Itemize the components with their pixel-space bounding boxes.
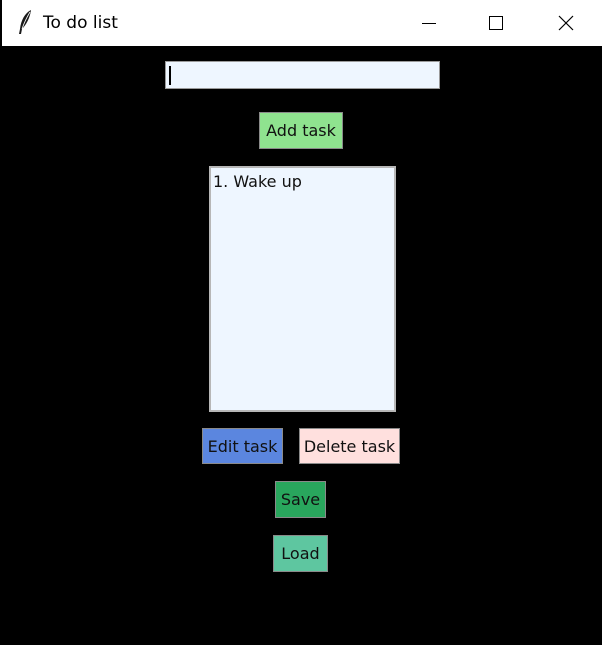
- minimize-icon: [422, 23, 436, 24]
- task-input[interactable]: [165, 61, 440, 89]
- minimize-button[interactable]: [406, 0, 452, 46]
- title-bar[interactable]: To do list: [2, 0, 602, 46]
- text-caret: [169, 66, 171, 85]
- close-button[interactable]: [543, 0, 589, 46]
- close-icon: [558, 15, 574, 31]
- task-input-field[interactable]: [166, 62, 439, 88]
- add-task-button[interactable]: Add task: [259, 112, 343, 149]
- load-button[interactable]: Load: [273, 535, 328, 572]
- task-list[interactable]: 1. Wake up: [209, 166, 396, 412]
- save-button[interactable]: Save: [275, 481, 326, 518]
- window-title: To do list: [43, 13, 118, 33]
- list-item[interactable]: 1. Wake up: [211, 168, 394, 192]
- feather-icon: [19, 10, 31, 34]
- app-body: Add task 1. Wake up Edit task Delete tas…: [2, 46, 602, 645]
- edit-task-button[interactable]: Edit task: [202, 428, 283, 464]
- delete-task-button[interactable]: Delete task: [299, 428, 400, 464]
- maximize-icon: [489, 16, 503, 30]
- maximize-button[interactable]: [473, 0, 519, 46]
